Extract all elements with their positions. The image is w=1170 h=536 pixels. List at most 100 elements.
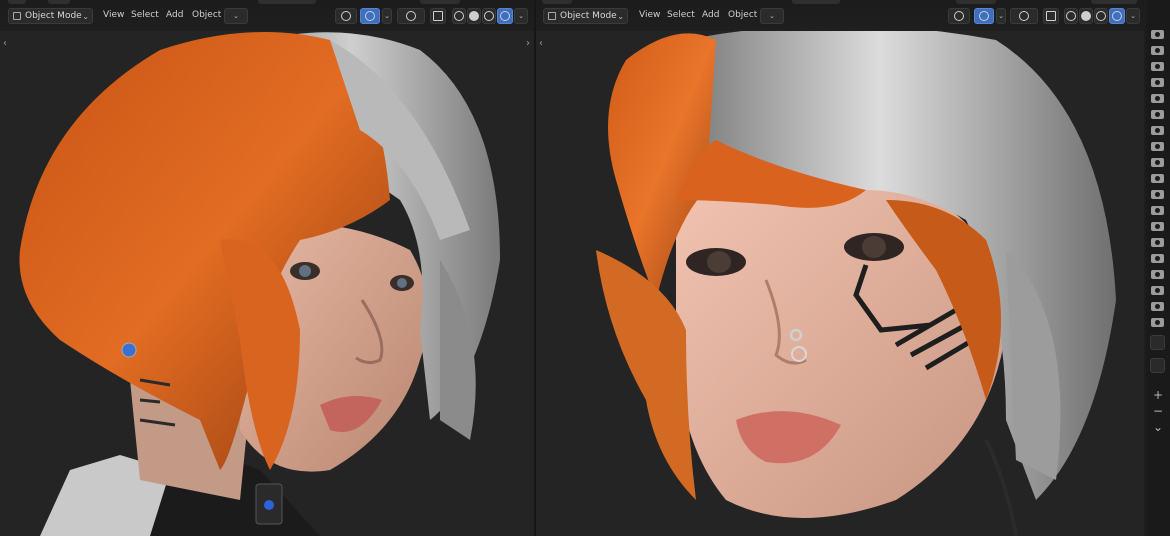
gizmo-icon [365, 11, 375, 21]
camera-icon[interactable] [1151, 126, 1164, 135]
camera-icon[interactable] [1151, 174, 1164, 183]
viewport-left[interactable]: Object Mode ⌄ View Select Add Object ⌄ ⌄ [0, 0, 534, 536]
object-mode-label: Object Mode [25, 11, 82, 21]
shading-options-button[interactable]: ⌄ [514, 8, 528, 24]
top-strip-tab [956, 0, 996, 4]
top-strip-tab [420, 0, 460, 4]
material-shading-button[interactable] [482, 8, 496, 24]
add-icon[interactable]: + [1146, 388, 1170, 402]
chevron-down-icon[interactable]: ⌄ [1146, 420, 1170, 434]
overlays-toggle-button[interactable] [1010, 8, 1038, 24]
overlays-icon [1019, 11, 1029, 21]
frame-toggle-icon[interactable] [1150, 358, 1165, 373]
eye-icon [341, 11, 351, 21]
chevron-down-icon: ⌄ [233, 12, 239, 20]
camera-icon[interactable] [1151, 94, 1164, 103]
top-strip-tab [8, 0, 26, 4]
top-strip-tab [792, 0, 840, 4]
eye-icon [954, 11, 964, 21]
object-mode-icon [13, 12, 21, 20]
gizmo-icon [979, 11, 989, 21]
camera-icon[interactable] [1151, 62, 1164, 71]
wireframe-icon [1066, 11, 1076, 21]
material-icon [1096, 11, 1106, 21]
chevron-down-icon: ⌄ [769, 12, 775, 20]
menu-add[interactable]: Add [166, 10, 183, 20]
wireframe-icon [454, 11, 464, 21]
solid-shading-button[interactable] [1079, 8, 1093, 24]
chevron-down-icon: ⌄ [384, 12, 390, 20]
rendered-shading-button[interactable] [497, 8, 513, 24]
camera-icon[interactable] [1151, 46, 1164, 55]
menu-object[interactable]: Object [192, 10, 221, 20]
viewport-header-left: Object Mode ⌄ View Select Add Object ⌄ ⌄ [0, 0, 534, 31]
overlays-toggle-button[interactable] [397, 8, 425, 24]
gizmo-options-button[interactable]: ⌄ [382, 8, 392, 24]
camera-icon[interactable] [1151, 30, 1164, 39]
object-mode-dropdown[interactable]: Object Mode ⌄ [8, 8, 93, 24]
camera-icon[interactable] [1151, 302, 1164, 311]
visibility-toggle-button[interactable] [948, 8, 970, 24]
editor-top-strip [536, 0, 1144, 5]
chevron-down-icon: ⌄ [617, 11, 624, 21]
object-mode-label: Object Mode [560, 11, 617, 21]
render-scene-left [0, 0, 534, 536]
menu-select[interactable]: Select [667, 10, 695, 20]
menu-view[interactable]: View [103, 10, 124, 20]
rendered-shading-icon [500, 11, 510, 21]
solid-icon [469, 11, 479, 21]
camera-icon[interactable] [1151, 286, 1164, 295]
chevron-down-icon: ⌄ [1130, 12, 1136, 20]
menu-object[interactable]: Object [728, 10, 757, 20]
chevron-down-icon: ⌄ [998, 12, 1004, 20]
xray-toggle-button[interactable] [1043, 8, 1059, 24]
camera-icon[interactable] [1151, 78, 1164, 87]
visibility-toggle-button[interactable] [335, 8, 357, 24]
top-strip-tab [1091, 0, 1137, 4]
camera-icon[interactable] [1151, 158, 1164, 167]
camera-icon[interactable] [1151, 254, 1164, 263]
transform-orientation-button[interactable]: ⌄ [224, 8, 248, 24]
chevron-down-icon: ⌄ [82, 11, 89, 21]
wireframe-shading-button[interactable] [452, 8, 466, 24]
object-mode-icon [548, 12, 556, 20]
top-strip-tab [258, 0, 316, 4]
gizmo-toggle-button[interactable] [974, 8, 994, 24]
sidebar-collapse-icon[interactable]: › [526, 38, 530, 49]
camera-icon[interactable] [1151, 318, 1164, 327]
xray-toggle-button[interactable] [430, 8, 446, 24]
transform-orientation-button[interactable]: ⌄ [760, 8, 784, 24]
gizmo-options-button[interactable]: ⌄ [996, 8, 1006, 24]
camera-icon[interactable] [1151, 206, 1164, 215]
camera-icon[interactable] [1151, 190, 1164, 199]
material-icon [484, 11, 494, 21]
toolbar-collapse-icon[interactable]: ‹ [3, 38, 7, 49]
camera-icon[interactable] [1151, 142, 1164, 151]
gizmo-toggle-button[interactable] [360, 8, 380, 24]
material-shading-button[interactable] [1094, 8, 1108, 24]
layout-toggle-icon[interactable] [1150, 335, 1165, 350]
outliner-restrict-column: + − ⌄ [1146, 0, 1170, 536]
remove-icon[interactable]: − [1146, 404, 1170, 418]
editor-top-strip [0, 0, 534, 5]
overlays-icon [406, 11, 416, 21]
wireframe-shading-button[interactable] [1064, 8, 1078, 24]
viewport-right[interactable]: Object Mode ⌄ View Select Add Object ⌄ ⌄ [536, 0, 1144, 536]
chevron-down-icon: ⌄ [518, 12, 524, 20]
toolbar-collapse-icon[interactable]: ‹ [539, 38, 543, 49]
camera-icon[interactable] [1151, 270, 1164, 279]
viewport-header-right: Object Mode ⌄ View Select Add Object ⌄ ⌄ [536, 0, 1144, 31]
menu-add[interactable]: Add [702, 10, 719, 20]
menu-view[interactable]: View [639, 10, 660, 20]
camera-icon[interactable] [1151, 238, 1164, 247]
top-strip-tab [542, 0, 572, 4]
object-mode-dropdown[interactable]: Object Mode ⌄ [543, 8, 628, 24]
camera-icon[interactable] [1151, 222, 1164, 231]
menu-select[interactable]: Select [131, 10, 159, 20]
camera-icon[interactable] [1151, 110, 1164, 119]
render-scene-right [536, 0, 1144, 536]
rendered-shading-icon [1112, 11, 1122, 21]
solid-shading-button[interactable] [467, 8, 481, 24]
rendered-shading-button[interactable] [1109, 8, 1125, 24]
shading-options-button[interactable]: ⌄ [1126, 8, 1140, 24]
